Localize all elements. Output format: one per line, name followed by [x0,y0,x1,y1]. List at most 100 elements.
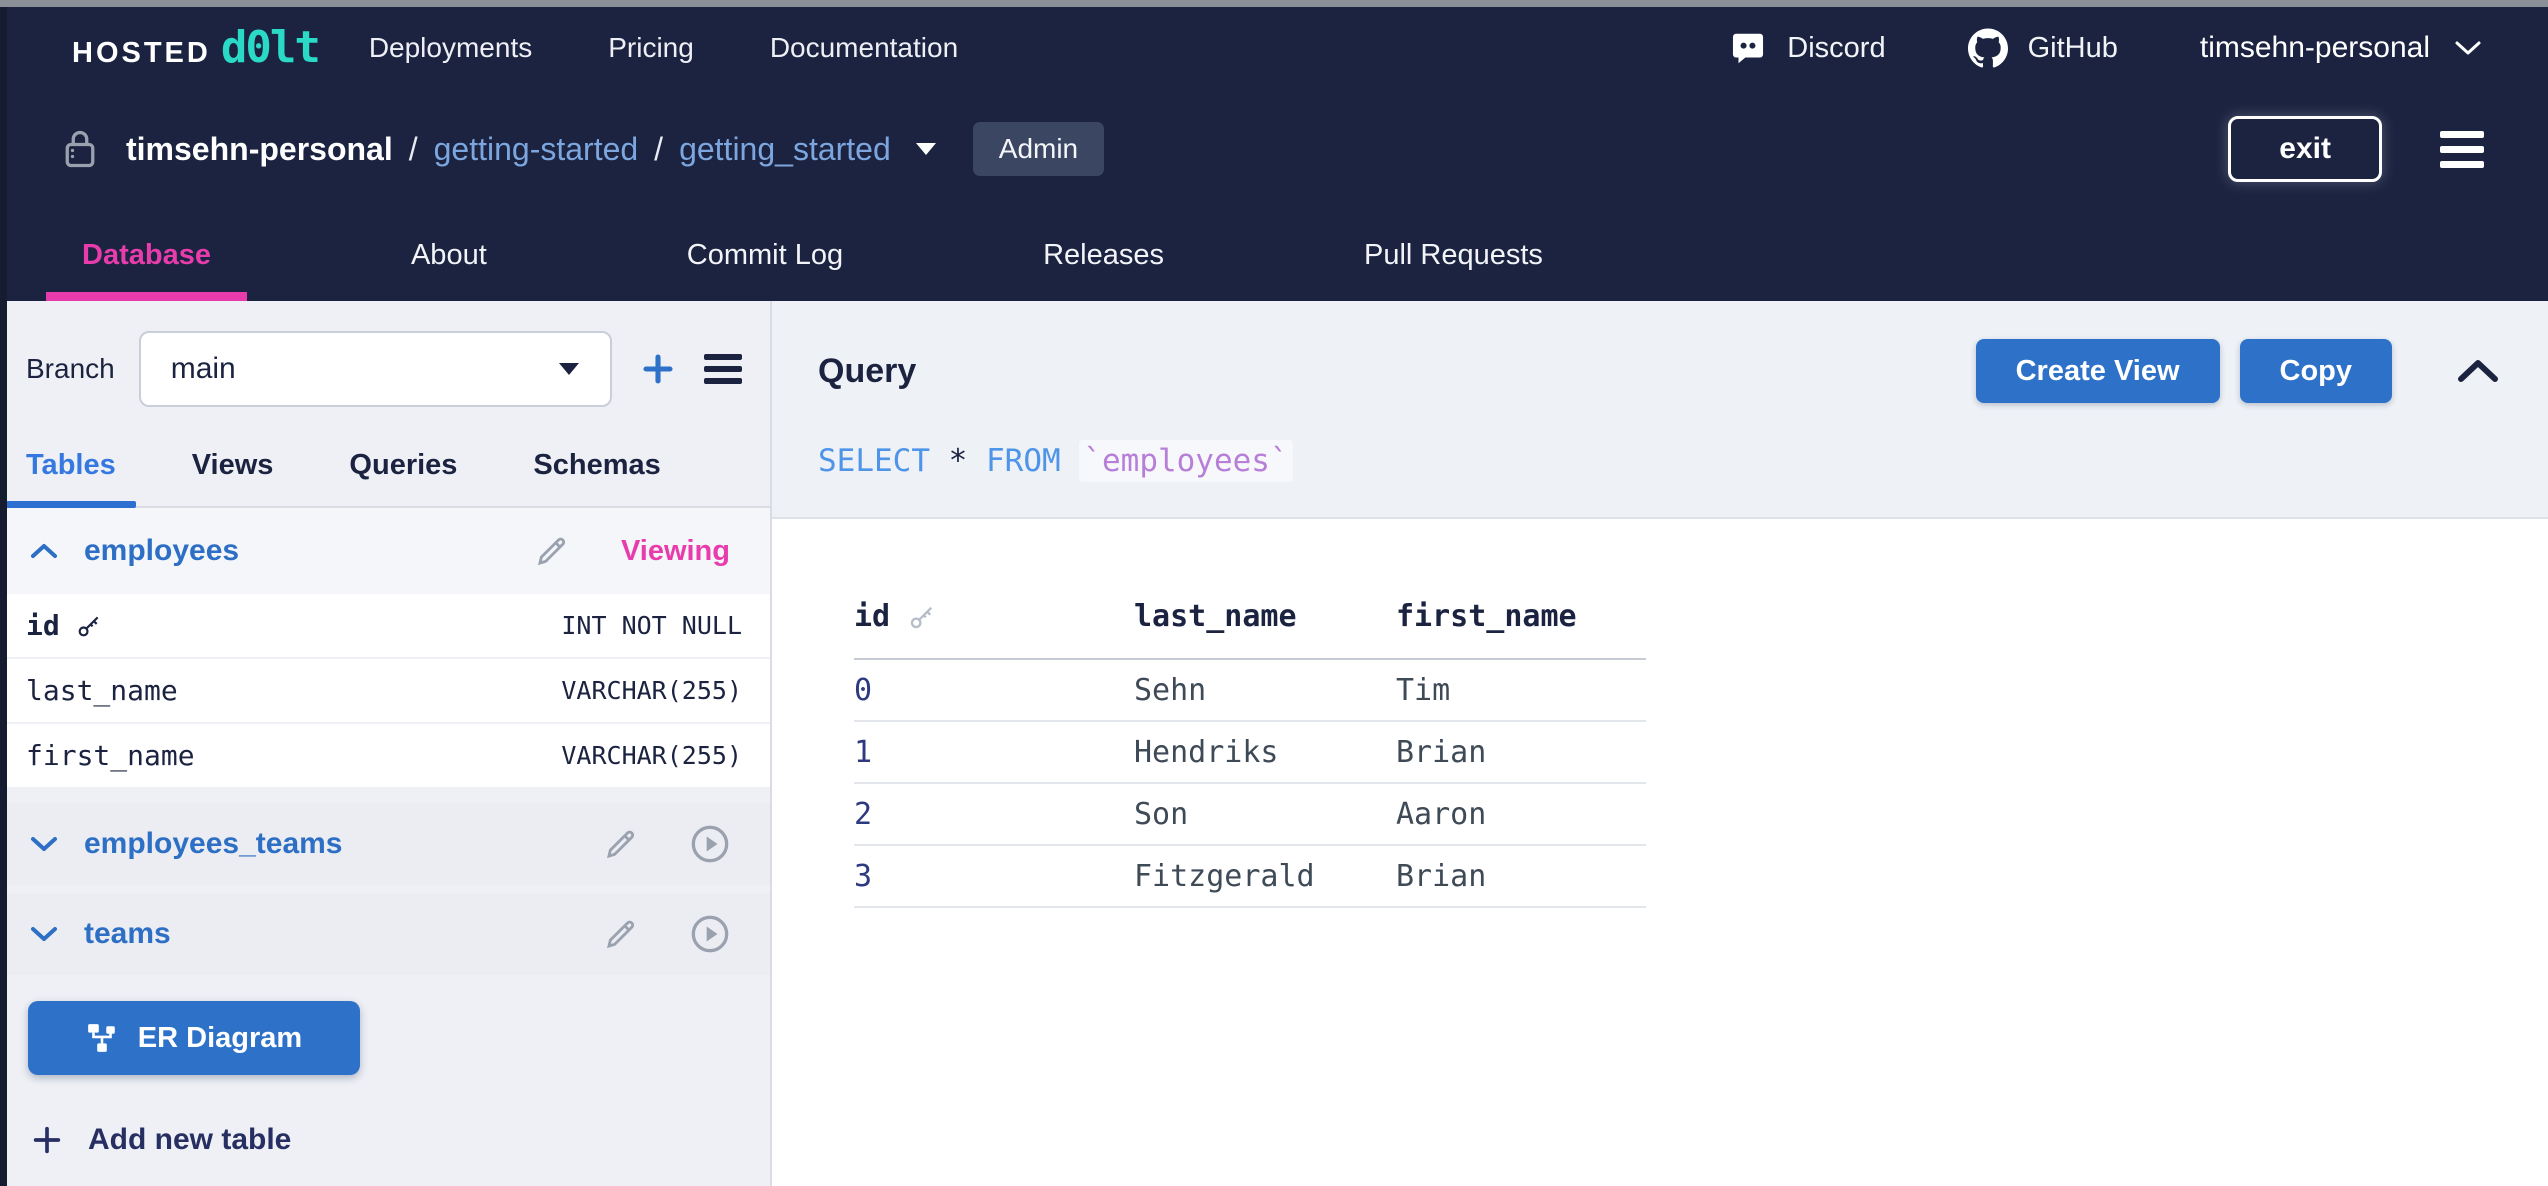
caret-down-icon [558,362,580,376]
table-name[interactable]: teams [84,917,171,951]
column-name: id [26,609,60,642]
table-item-teams[interactable]: teams [0,893,770,975]
run-table-play-icon[interactable] [690,914,730,954]
add-new-table-button[interactable]: Add new table [30,1123,770,1157]
tab-pull-requests[interactable]: Pull Requests [1364,209,1543,301]
new-branch-button[interactable] [640,351,676,387]
chevron-down-icon [2454,39,2482,57]
cell-last-name[interactable]: Son [1134,783,1396,845]
er-diagram-icon [86,1022,118,1054]
column-header-id[interactable]: id [854,599,1134,659]
branch-row: Branch main [0,301,770,407]
edit-table-pencil-icon[interactable] [604,827,638,861]
github-link[interactable]: GitHub [1968,28,2118,68]
query-workspace: Query Create View Copy SELECT * FROM `em… [772,301,2548,1186]
cell-id[interactable]: 0 [854,659,1134,721]
plus-icon [30,1123,64,1157]
column-type: INT NOT NULL [561,611,742,640]
nav-link-documentation[interactable]: Documentation [770,32,958,64]
cell-id[interactable]: 1 [854,721,1134,783]
account-name: timsehn-personal [2200,31,2430,65]
cell-first-name[interactable]: Brian [1396,845,1646,907]
column-type: VARCHAR(255) [561,741,742,770]
copy-query-button[interactable]: Copy [2240,339,2393,403]
cell-first-name[interactable]: Brian [1396,721,1646,783]
table-name[interactable]: employees [84,534,239,568]
tab-commit-log[interactable]: Commit Log [687,209,843,301]
column-row-first-name: first_name VARCHAR(255) [0,724,770,789]
sql-star: * [949,443,968,479]
table-row[interactable]: 0 Sehn Tim [854,659,1646,721]
breadcrumb-deployment[interactable]: getting-started [434,131,639,168]
branch-menu-icon[interactable] [704,354,742,384]
column-header-last-name[interactable]: last_name [1134,599,1396,659]
cell-id[interactable]: 2 [854,783,1134,845]
top-nav-right: Discord GitHub timsehn-personal [1729,28,2482,68]
table-item-employees[interactable]: employees Viewing [0,508,770,594]
table-name[interactable]: employees_teams [84,827,343,861]
sidebar-tab-views[interactable]: Views [192,429,274,506]
menu-icon[interactable] [2440,131,2484,168]
breadcrumb-separator: / [654,131,663,168]
results-table: id last_name first_name [854,599,1646,908]
nav-link-deployments[interactable]: Deployments [369,32,532,64]
breadcrumb-owner[interactable]: timsehn-personal [126,131,393,168]
discord-link[interactable]: Discord [1729,29,1885,67]
column-header-first-name[interactable]: first_name [1396,599,1646,659]
admin-badge: Admin [973,122,1104,176]
sidebar-tab-schemas[interactable]: Schemas [533,429,660,506]
er-diagram-button[interactable]: ER Diagram [28,1001,360,1075]
query-results: id last_name first_name [772,519,2548,908]
window-top-edge [0,0,2548,7]
discord-icon [1729,29,1767,67]
logo-dolt-text: d0lt [221,26,319,70]
top-nav-links: Deployments Pricing Documentation [369,32,1034,64]
hosted-dolt-logo[interactable]: HOSTED d0lt [72,26,319,70]
chevron-up-icon [30,543,58,559]
column-type: VARCHAR(255) [561,676,742,705]
branch-select-value: main [171,352,236,386]
sql-keyword: SELECT [818,443,930,479]
account-menu[interactable]: timsehn-personal [2200,31,2482,65]
exit-button[interactable]: exit [2228,116,2382,182]
sql-query-text[interactable]: SELECT * FROM `employees` [818,443,2500,479]
cell-first-name[interactable]: Aaron [1396,783,1646,845]
cell-first-name[interactable]: Tim [1396,659,1646,721]
github-label: GitHub [2028,32,2118,65]
table-row[interactable]: 3 Fitzgerald Brian [854,845,1646,907]
table-actions: Viewing [535,534,730,568]
add-new-table-label: Add new table [88,1123,291,1157]
main-tab-bar: Database About Commit Log Releases Pull … [0,209,2548,301]
collapse-query-chevron-up-icon[interactable] [2456,358,2500,384]
cell-last-name[interactable]: Fitzgerald [1134,845,1396,907]
discord-label: Discord [1787,32,1885,65]
nav-link-pricing[interactable]: Pricing [608,32,694,64]
branch-select[interactable]: main [139,331,612,407]
branch-label: Branch [26,353,115,385]
top-nav: HOSTED d0lt Deployments Pricing Document… [0,7,2548,89]
cell-last-name[interactable]: Sehn [1134,659,1396,721]
query-actions: Create View Copy [1976,339,2500,403]
edit-table-pencil-icon[interactable] [604,917,638,951]
viewing-status: Viewing [621,535,730,568]
tab-about[interactable]: About [411,209,487,301]
sidebar-tab-bar: Tables Views Queries Schemas [0,429,770,508]
sql-table-ref: `employees` [1079,440,1292,482]
results-header-row: id last_name first_name [854,599,1646,659]
tab-releases[interactable]: Releases [1043,209,1164,301]
table-row[interactable]: 2 Son Aaron [854,783,1646,845]
sidebar-tab-tables[interactable]: Tables [26,429,116,506]
table-item-employees-teams[interactable]: employees_teams [0,803,770,885]
tab-database[interactable]: Database [82,209,211,301]
cell-id[interactable]: 3 [854,845,1134,907]
edit-table-pencil-icon[interactable] [535,534,569,568]
cell-last-name[interactable]: Hendriks [1134,721,1396,783]
run-table-play-icon[interactable] [690,824,730,864]
table-row[interactable]: 1 Hendriks Brian [854,721,1646,783]
create-view-button[interactable]: Create View [1976,339,2220,403]
sidebar-tab-queries[interactable]: Queries [349,429,457,506]
database-dropdown-caret-icon[interactable] [915,142,937,156]
query-panel: Query Create View Copy SELECT * FROM `em… [772,301,2548,519]
breadcrumb-separator: / [409,131,418,168]
breadcrumb-database[interactable]: getting_started [679,131,891,168]
